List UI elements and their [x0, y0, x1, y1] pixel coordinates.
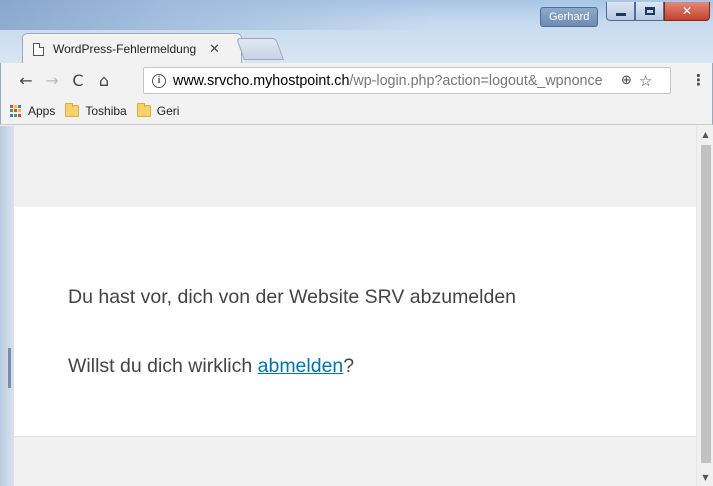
confirm-prefix: Willst du dich wirklich	[68, 355, 258, 377]
bookmark-label: Geri	[156, 104, 180, 118]
window-controls: ✕	[606, 2, 710, 24]
bookmarks-bar: Apps Toshiba Geri	[0, 98, 713, 125]
bookmark-label: Apps	[28, 104, 56, 118]
page-viewport: Du hast vor, dich von der Website SRV ab…	[14, 126, 696, 486]
user-profile-badge[interactable]: Gerhard	[540, 7, 599, 27]
minimize-icon	[615, 12, 626, 16]
page-icon	[33, 42, 44, 56]
logout-notice-text: Du hast vor, dich von der Website SRV ab…	[68, 286, 517, 308]
close-window-button[interactable]: ✕	[664, 2, 710, 21]
bookmark-apps[interactable]: Apps	[10, 104, 55, 118]
url-path: /wp-login.php?action=logout&_wpnonce	[349, 72, 603, 89]
tab-close-icon[interactable]: ✕	[209, 42, 220, 57]
url-text[interactable]: www.srvcho.myhostpoint.ch/wp-login.php?a…	[173, 73, 616, 89]
bookmark-label: Toshiba	[85, 104, 127, 118]
browser-toolbar: ← → C ⌂ i www.srvcho.myhostpoint.ch/wp-l…	[0, 63, 713, 98]
maximize-button[interactable]	[635, 2, 664, 21]
tab-title: WordPress-Fehlermeldung	[53, 42, 197, 56]
maximize-icon	[644, 7, 655, 15]
reload-icon[interactable]: C	[65, 71, 91, 90]
confirm-suffix: ?	[343, 355, 355, 377]
info-icon[interactable]: i	[152, 73, 166, 88]
zoom-icon[interactable]: ⊕	[621, 73, 632, 88]
home-icon[interactable]: ⌂	[91, 71, 117, 90]
new-tab-button[interactable]	[235, 38, 285, 60]
logout-link[interactable]: abmelden	[258, 355, 344, 377]
scrollbar-thumb[interactable]	[701, 145, 711, 463]
address-bar[interactable]: i www.srvcho.myhostpoint.ch/wp-login.php…	[143, 67, 671, 94]
forward-arrow-icon[interactable]: →	[39, 71, 65, 90]
url-host: www.srvcho.myhostpoint.ch	[173, 72, 350, 89]
scroll-down-arrow-icon[interactable]: ▼	[697, 469, 713, 486]
browser-menu-icon[interactable]: ⋮	[691, 71, 706, 89]
window-left-frame	[0, 126, 14, 486]
vertical-scrollbar[interactable]: ▲ ▼	[696, 126, 713, 486]
logout-confirm-text: Willst du dich wirklich abmelden?	[68, 355, 354, 378]
scroll-up-arrow-icon[interactable]: ▲	[697, 126, 713, 143]
tab-content[interactable]: WordPress-Fehlermeldung ✕	[28, 35, 234, 63]
bookmark-star-icon[interactable]: ☆	[639, 72, 652, 90]
bookmark-folder-toshiba[interactable]: Toshiba	[65, 103, 127, 118]
back-arrow-icon[interactable]: ←	[13, 71, 39, 90]
minimize-button[interactable]	[606, 2, 635, 21]
folder-icon	[65, 103, 80, 117]
logout-message-card: Du hast vor, dich von der Website SRV ab…	[14, 207, 696, 437]
close-icon: ✕	[681, 4, 693, 18]
folder-icon	[136, 103, 151, 117]
bookmark-folder-geri[interactable]: Geri	[136, 103, 180, 118]
apps-grid-icon	[10, 104, 23, 118]
